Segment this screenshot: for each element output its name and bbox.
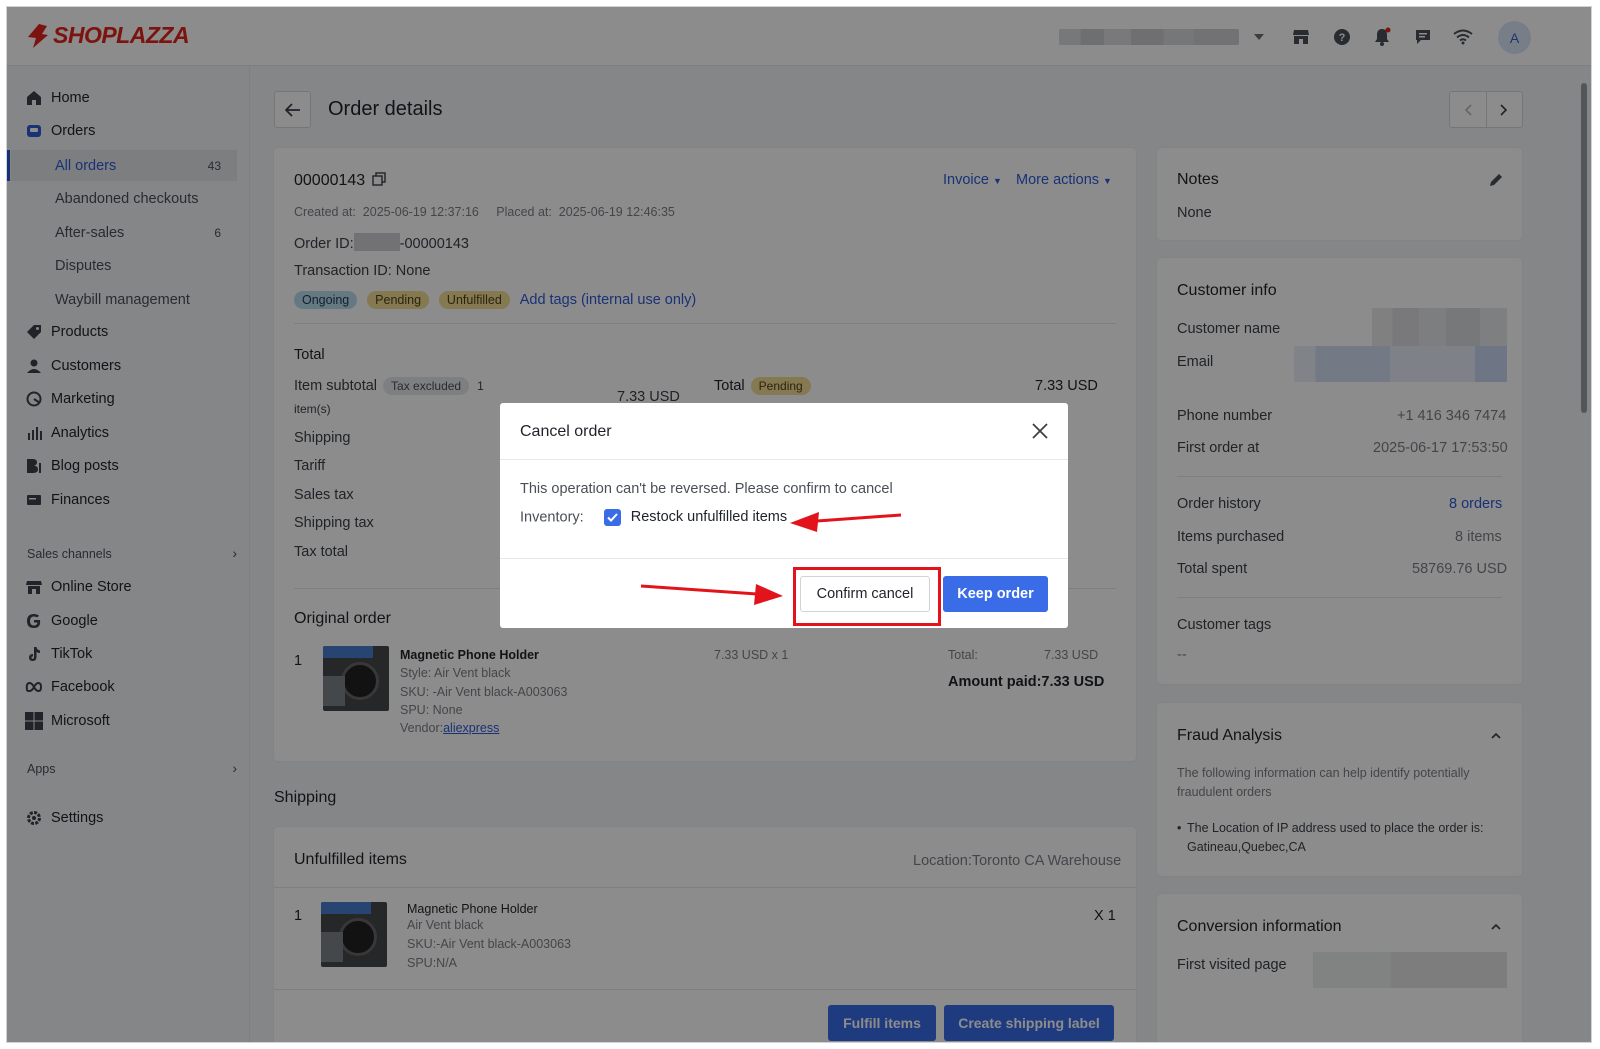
app-window: SHOPLAZZA ? A Home Orders All orders 43 …	[6, 6, 1592, 1043]
annotation-arrows	[640, 512, 902, 605]
arrow-to-restock-icon	[790, 512, 902, 532]
arrow-to-confirm-icon	[640, 584, 783, 605]
